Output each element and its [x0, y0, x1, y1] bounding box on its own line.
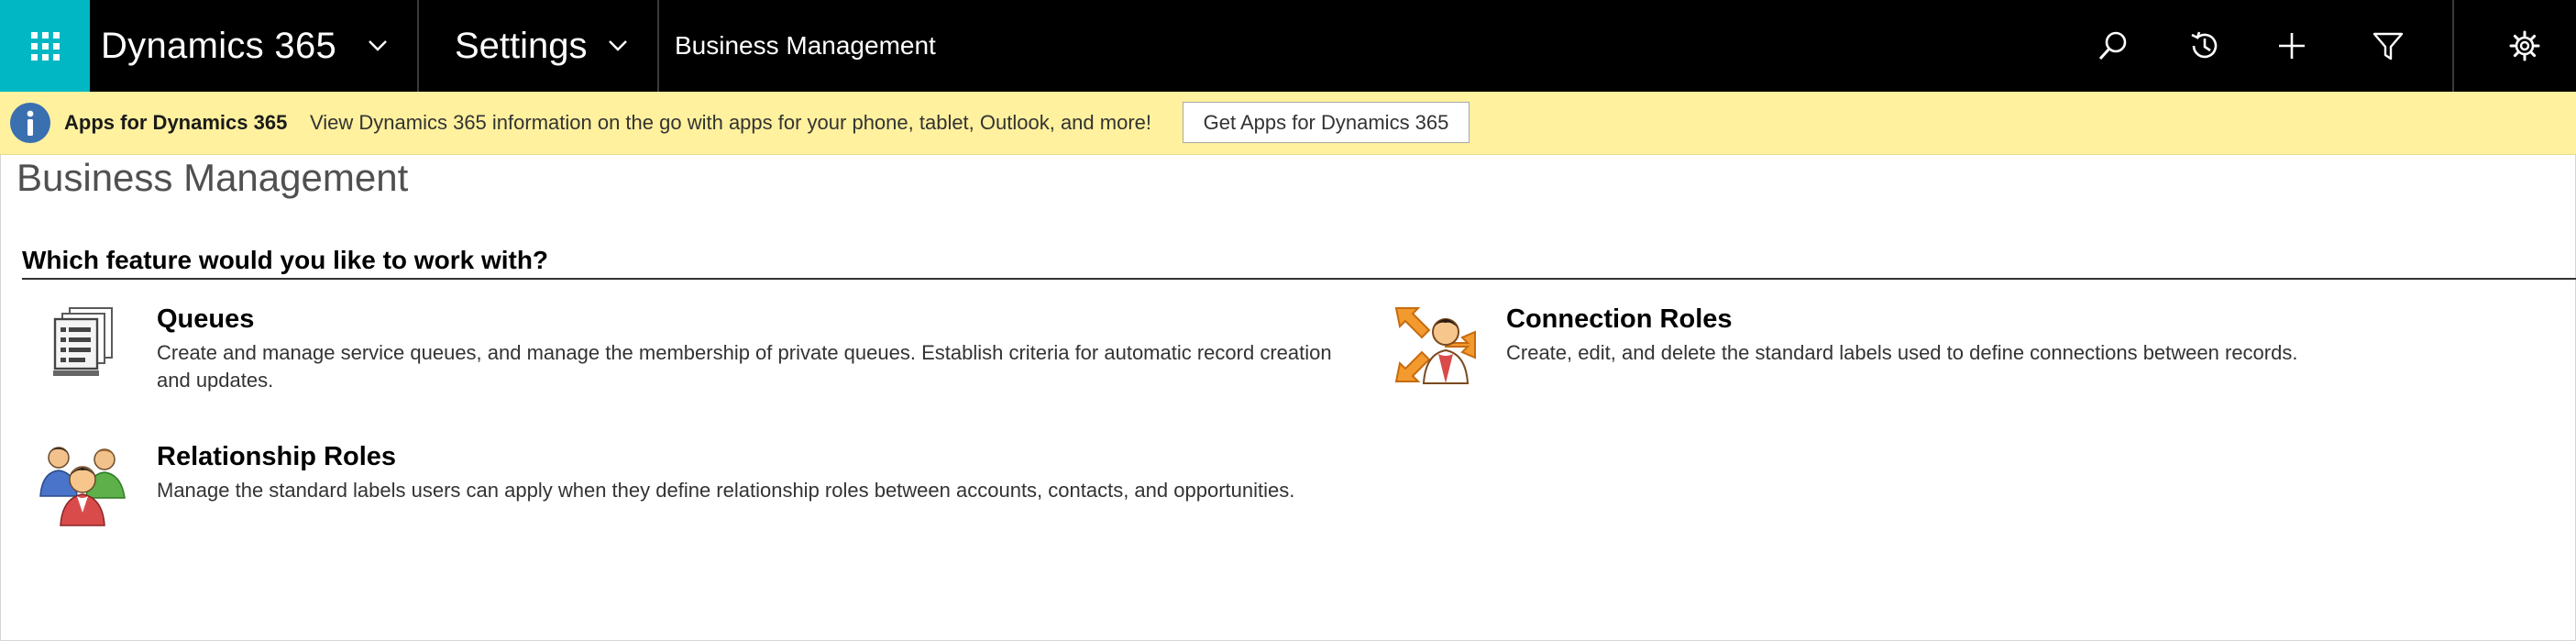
- settings-chevron-down-icon[interactable]: [600, 0, 636, 92]
- section-divider: [22, 278, 2576, 280]
- search-icon[interactable]: [2090, 23, 2136, 69]
- settings-area-menu[interactable]: Settings: [455, 0, 588, 92]
- nav-divider: [2452, 0, 2454, 92]
- feature-description: Manage the standard labels users can app…: [157, 479, 1295, 502]
- brand-chevron-down-icon[interactable]: [359, 0, 396, 92]
- relationship-roles-icon[interactable]: [39, 436, 130, 527]
- notification-title: Apps for Dynamics 365: [64, 111, 288, 134]
- feature-name[interactable]: Relationship Roles: [157, 442, 396, 472]
- get-apps-button[interactable]: Get Apps for Dynamics 365: [1183, 102, 1470, 143]
- notification-bar: Apps for Dynamics 365 View Dynamics 365 …: [0, 92, 2576, 155]
- breadcrumb: Business Management: [675, 31, 936, 60]
- history-icon[interactable]: [2182, 23, 2228, 69]
- nav-divider: [417, 0, 419, 92]
- plus-icon[interactable]: [2269, 23, 2315, 69]
- connection-roles-icon[interactable]: [1391, 301, 1482, 392]
- feature-description: Create and manage service queues, and ma…: [157, 341, 1332, 392]
- filter-icon[interactable]: [2365, 23, 2411, 69]
- feature-name[interactable]: Queues: [157, 304, 254, 335]
- page-title: Business Management: [17, 156, 409, 199]
- top-navigation-bar: Dynamics 365 Settings Business Managemen…: [0, 0, 2576, 92]
- app-launcher-button[interactable]: [0, 0, 90, 92]
- feature-description: Create, edit, and delete the standard la…: [1506, 341, 2298, 364]
- queues-icon[interactable]: [39, 303, 130, 394]
- brand-title[interactable]: Dynamics 365: [101, 0, 336, 92]
- info-icon: [10, 103, 50, 143]
- nav-divider: [657, 0, 659, 92]
- feature-name[interactable]: Connection Roles: [1506, 304, 1733, 335]
- app-launcher-icon: [30, 31, 60, 61]
- gear-icon[interactable]: [2502, 23, 2548, 69]
- section-heading: Which feature would you like to work wit…: [22, 246, 549, 274]
- notification-message: View Dynamics 365 information on the go …: [310, 111, 1151, 134]
